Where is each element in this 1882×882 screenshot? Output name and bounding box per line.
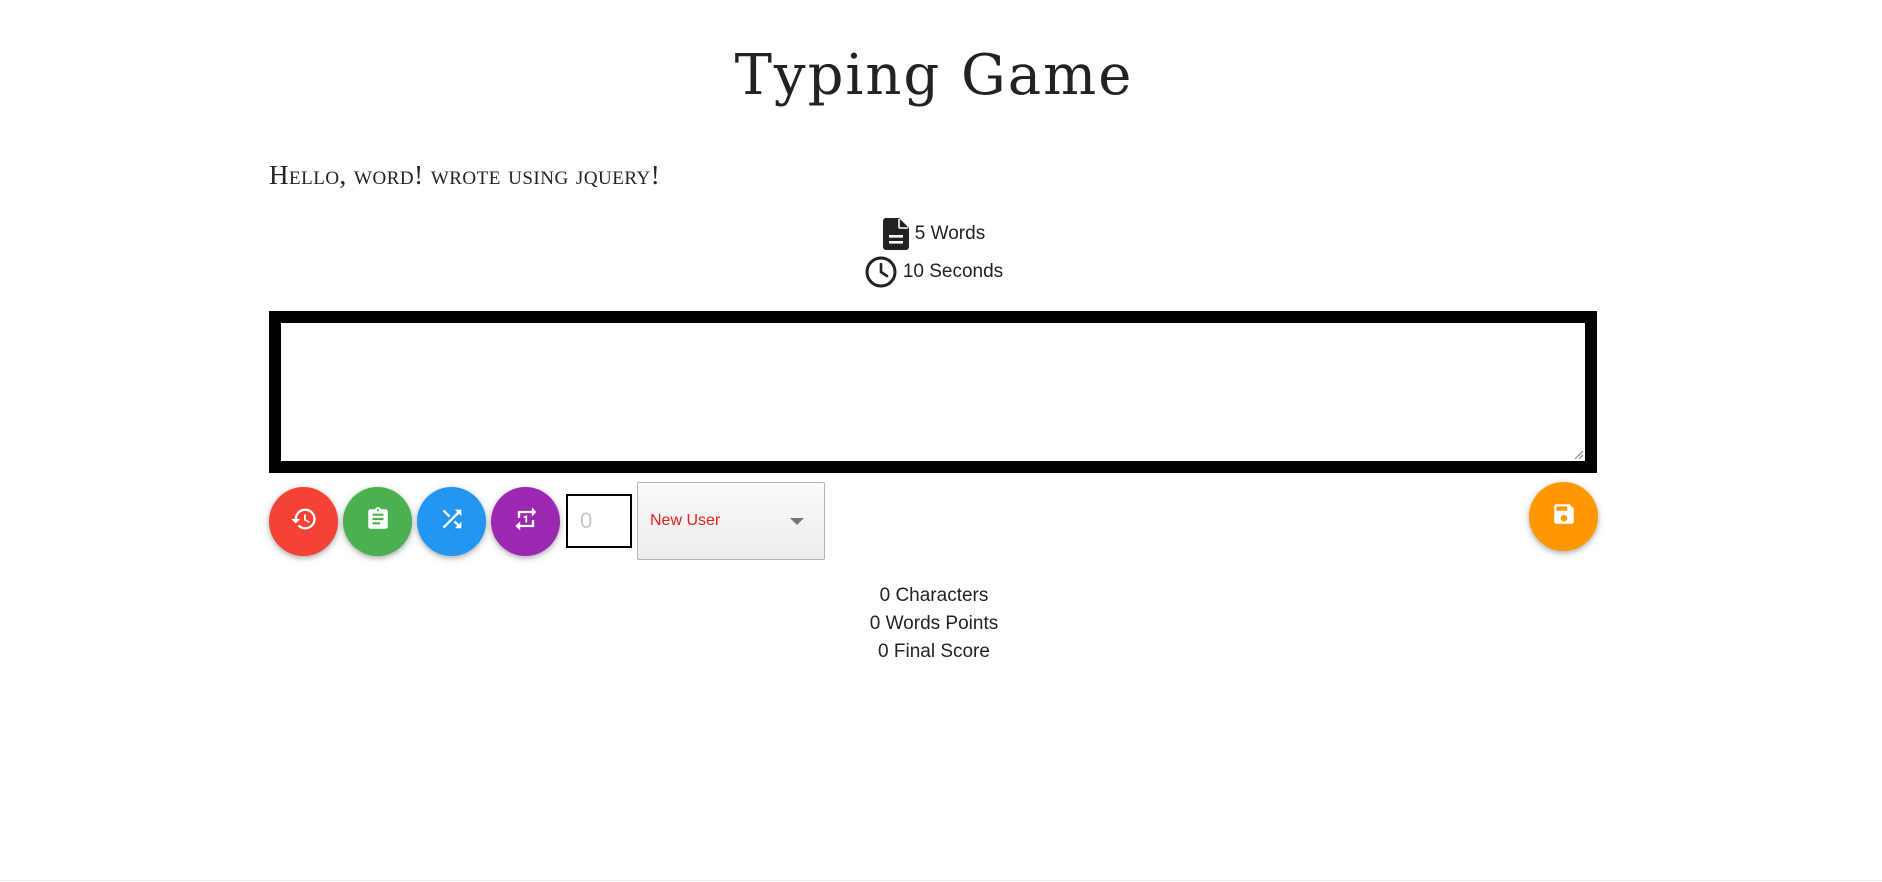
typing-game-page: Typing Game Hello, word! wrote using jqu… xyxy=(0,0,1882,882)
target-sentence: Hello, word! wrote using jquery! xyxy=(269,160,661,190)
final-score: 0 Final Score xyxy=(878,641,990,662)
page-title: Typing Game xyxy=(734,43,1134,108)
clock-icon xyxy=(865,256,897,288)
time-limit-line: 10 Seconds xyxy=(0,256,1868,288)
word-points: 0 Words Points xyxy=(869,613,999,634)
word-count-line: 5 Words xyxy=(0,218,1868,250)
save-button[interactable] xyxy=(1529,482,1598,551)
round-number-input[interactable] xyxy=(566,494,632,548)
typing-textarea[interactable] xyxy=(281,323,1585,461)
resize-grip-icon[interactable] xyxy=(1573,449,1583,459)
clipboard-button[interactable] xyxy=(343,486,412,556)
repeat-button[interactable] xyxy=(491,486,560,556)
history-button[interactable] xyxy=(269,486,338,556)
repeat-icon xyxy=(512,505,540,538)
user-select[interactable]: New User xyxy=(637,482,825,560)
document-icon xyxy=(882,218,909,250)
results-panel: 0 Characters 0 Words Points 0 Final Scor… xyxy=(0,582,1868,666)
clipboard-icon xyxy=(365,505,391,538)
typing-area-frame xyxy=(269,311,1597,473)
history-icon xyxy=(290,505,318,538)
shuffle-button[interactable] xyxy=(417,486,486,556)
controls-row: New User xyxy=(269,482,825,560)
shuffle-icon xyxy=(438,505,466,538)
chevron-down-icon xyxy=(790,518,804,525)
save-icon xyxy=(1551,501,1577,532)
characters-count: 0 Characters xyxy=(879,585,989,606)
page-divider xyxy=(0,880,1882,881)
time-limit-label: 10 Seconds xyxy=(902,261,1004,282)
user-select-value: New User xyxy=(650,512,721,529)
word-count-label: 5 Words xyxy=(914,223,986,244)
